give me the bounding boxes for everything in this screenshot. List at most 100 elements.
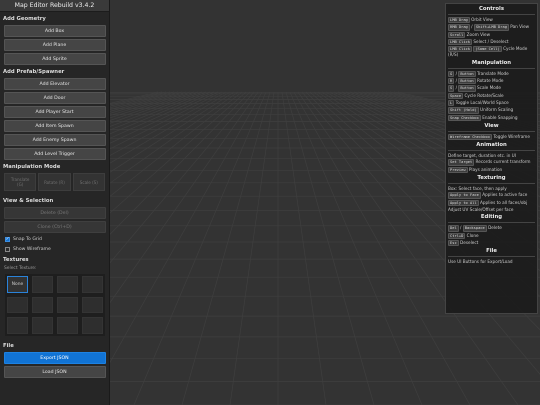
help-file: Use UI Buttons for Export/Load [448,259,513,265]
add-elevator-button[interactable]: Add Elevator [3,78,106,90]
help-rotate: R / Button Rotate Mode [448,78,504,85]
add-player-start-button[interactable]: Add Player Start [3,106,106,118]
key-badge: Button [458,78,476,85]
help-preview: Preview Plays animation [448,166,503,174]
help-scale: S / Button Scale Mode [448,85,501,92]
help-translate: G / Button Translate Mode [448,70,509,78]
key-badge: R [448,78,455,85]
texture-swatch[interactable] [82,317,103,334]
manipulation-mode-buttons: Translate (G) Rotate (R) Scale (S) [0,171,109,191]
key-badge: Button [458,85,476,92]
texture-swatch[interactable] [7,296,28,314]
view-heading: View [448,122,535,132]
app-title: Map Editor Rebuild v3.4.2 [0,0,109,12]
help-zoom: Scroll Zoom View [448,31,491,38]
key-badge: Apply to All [448,199,479,206]
file-heading: File [3,343,14,349]
help-delete: Del / Backspace Delete [448,225,502,232]
load-json-button[interactable]: Load JSON [3,366,106,378]
help-apply-all: Apply to All Applies to all faces/obj [448,199,528,206]
texture-none-swatch[interactable]: None [7,276,28,293]
key-badge: Set Target [448,159,475,166]
add-plane-button[interactable]: Add Plane [3,39,106,51]
key-badge: Wireframe Checkbox [448,133,492,141]
key-badge: Backspace [462,225,487,232]
export-json-button[interactable]: Export JSON [3,352,106,364]
key-badge: Snap Checkbox [448,114,481,121]
key-badge: Preview [448,166,468,174]
grid-line [229,91,275,405]
help-pan: RMB Drag / Shift+LMB Drag Pan View [448,24,530,31]
key-badge: Scroll [448,31,466,38]
show-wireframe-row[interactable]: Show Wireframe [0,243,109,253]
translate-key-label: (G) [16,182,24,187]
help-uv: Adjust UV Scale/Offset per face [448,206,514,212]
texture-grid: None [5,274,105,336]
texture-swatch[interactable] [32,317,53,334]
add-enemy-spawn-button[interactable]: Add Enemy Spawn [3,134,106,146]
snap-to-grid-checkbox[interactable]: ✓ [5,236,10,242]
controls-heading: Controls [448,5,535,15]
texture-swatch[interactable] [57,276,78,293]
texturing-heading: Texturing [448,174,535,185]
add-item-spawn-button[interactable]: Add Item Spawn [3,120,106,132]
key-badge: LMB Click [448,38,472,46]
add-door-button[interactable]: Add Door [3,92,106,104]
help-define: Define target, duration etc. in UI [448,153,516,159]
help-wireframe: Wireframe Checkbox Toggle Wireframe [448,133,530,141]
scale-mode-button[interactable]: Scale (S) [72,173,105,191]
texture-swatch[interactable] [32,276,53,293]
translate-mode-button[interactable]: Translate (G) [4,173,37,191]
help-local-world: L Toggle Local/World Space [448,99,509,107]
snap-to-grid-label: Snap To Grid [13,236,42,242]
delete-button[interactable]: Delete (Del) [3,207,106,219]
grid-line [293,91,471,405]
rotate-mode-button[interactable]: Rotate (R) [38,173,71,191]
help-cycle: LMB Click (Same Cell) Cycle Mode (R/S) [448,46,528,58]
texture-swatch[interactable] [7,317,28,334]
key-badge: L [448,99,455,107]
clone-button[interactable]: Clone (Ctrl+D) [3,221,106,233]
animation-heading: Animation [448,141,535,152]
grid-line [133,91,267,405]
grid-line [289,91,423,405]
manipulation-heading: Manipulation [448,59,535,69]
texture-swatch[interactable] [32,296,53,314]
help-apply-face: Apply to Face Applies to active face [448,192,528,199]
texture-swatch[interactable] [82,276,103,293]
key-badge: Space [448,92,464,99]
controls-help-panel: Controls LMB Drag Orbit View RMB Drag / … [445,3,538,314]
key-badge: Shift (Hold) [448,107,479,114]
help-orbit: LMB Drag Orbit View [448,17,493,24]
add-level-trigger-button[interactable]: Add Level Trigger [3,148,106,160]
file-help-heading: File [448,247,535,258]
help-snap: Snap Checkbox Enable Snapping [448,114,518,121]
show-wireframe-checkbox[interactable] [5,246,10,252]
texture-swatch[interactable] [57,296,78,314]
texture-swatch[interactable] [82,296,103,314]
key-badge: Del [448,225,459,232]
help-select: LMB Click Select / Deselect [448,38,509,46]
key-badge: Shift+LMB Drag [473,24,509,31]
add-geometry-heading: Add Geometry [3,16,46,22]
show-wireframe-label: Show Wireframe [13,246,51,252]
editing-heading: Editing [448,213,535,224]
scale-label: Scale (S) [79,179,98,185]
snap-to-grid-row[interactable]: ✓ Snap To Grid [0,233,109,243]
texture-swatch[interactable] [57,317,78,334]
add-box-button[interactable]: Add Box [3,25,106,37]
add-sprite-button[interactable]: Add Sprite [3,53,106,65]
key-badge: S [448,85,455,92]
view-selection-heading: View & Selection [3,198,54,204]
grid-line [281,91,327,405]
rotate-label: Rotate (R) [44,179,65,185]
grid-line [181,91,271,405]
key-badge: G [448,70,455,78]
help-box-face: Box: Select face, then apply [448,186,507,192]
key-badge: Apply to Face [448,192,481,199]
key-badge: Ctrl+D [448,232,466,239]
help-set-target: Set Target Records current transform [448,159,531,166]
key-badge: Button [458,70,476,78]
help-space: Space Cycle Rotate/Scale [448,92,504,99]
help-shift: Shift (Hold) Uniform Scaling [448,107,514,114]
